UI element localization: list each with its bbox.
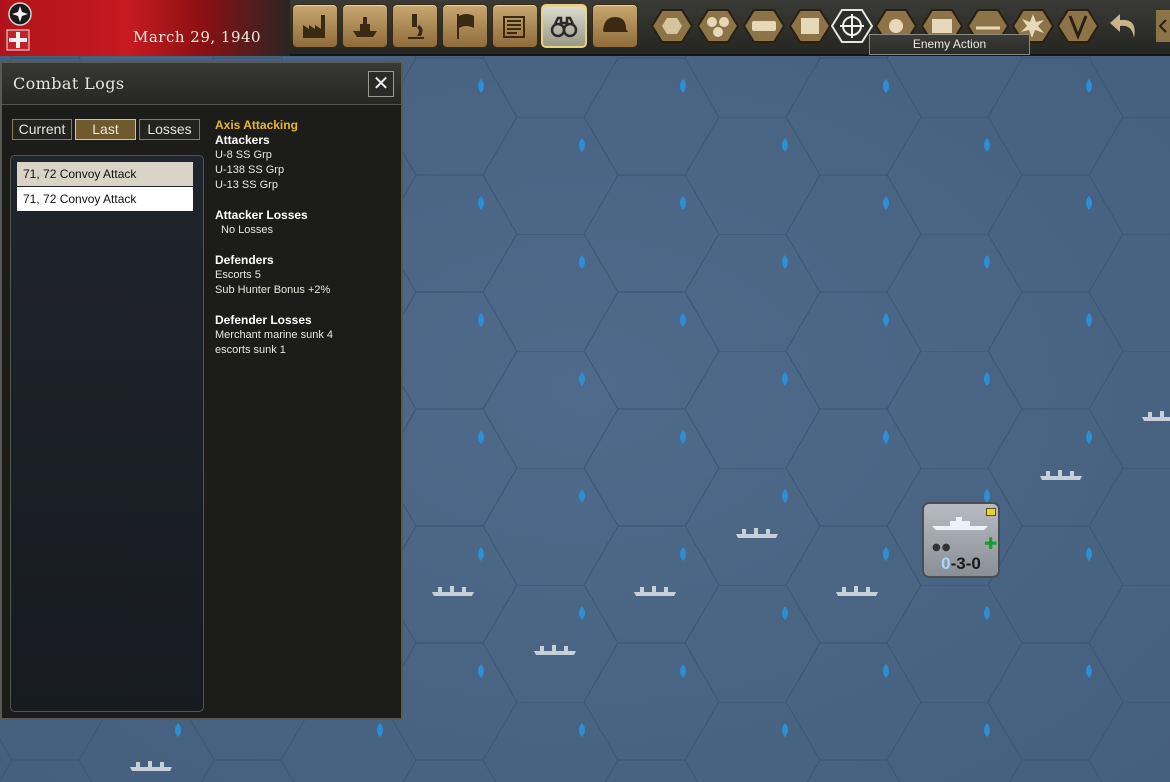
panel-title: Combat Logs [13, 74, 125, 93]
combat-filter-button[interactable] [831, 6, 873, 46]
list-item[interactable]: 71, 72 Convoy Attack [17, 187, 193, 211]
defender-loss: escorts sunk 1 [215, 344, 286, 356]
economy-filter-button[interactable] [789, 6, 831, 46]
factory-icon [303, 15, 325, 38]
attackers-heading: Attackers [215, 133, 270, 147]
defender-loss: Merchant marine sunk 4 [215, 329, 333, 341]
naval-unit-counter[interactable]: ●● ✚ 0-3-0 [922, 502, 1000, 578]
rail-icon [743, 9, 785, 43]
victory-button[interactable] [1057, 6, 1099, 46]
defenders-heading: Defenders [215, 253, 274, 267]
combat-logs-panel: Combat Logs ✕ Current Last Losses 71, 72… [0, 61, 403, 720]
rail-filter-button[interactable] [743, 6, 785, 46]
coins-icon [789, 9, 831, 43]
naval-button[interactable] [342, 4, 388, 48]
hex-icon [651, 9, 693, 43]
attacker-unit: U-13 SS Grp [215, 179, 278, 191]
research-button[interactable] [392, 4, 438, 48]
undo-icon [1110, 14, 1135, 38]
reinforce-icon: ✚ [984, 534, 998, 553]
unit-strength: 0-3-0 [941, 554, 981, 573]
attacker-losses-heading: Attacker Losses [215, 208, 308, 222]
panel-header: Combat Logs ✕ [2, 63, 401, 105]
hex-cluster-icon [697, 9, 739, 43]
newspaper-icon [503, 16, 525, 38]
microscope-icon [408, 14, 424, 39]
nation-banner: March 29, 1940 [0, 0, 290, 56]
defender-item: Escorts 5 [215, 269, 261, 281]
reports-button[interactable] [492, 4, 538, 48]
defender-losses-heading: Defender Losses [215, 313, 312, 327]
status-badge [986, 508, 996, 516]
hex-filter-button[interactable] [651, 6, 693, 46]
supply-filter-button[interactable] [697, 6, 739, 46]
tab-current[interactable]: Current [12, 119, 72, 140]
combat-log-list[interactable]: 71, 72 Convoy Attack 71, 72 Convoy Attac… [10, 155, 204, 712]
victory-icon [1057, 9, 1099, 43]
top-bar: March 29, 1940 Enemy Action [0, 0, 1170, 56]
iron-cross-icon[interactable] [6, 2, 34, 26]
combat-details: Axis Attacking Attackers U-8 SS Grp U-13… [215, 118, 395, 358]
attacking-side: Axis Attacking [215, 118, 298, 132]
allied-flag-icon[interactable] [6, 28, 30, 52]
collapse-toolbar-button[interactable] [1152, 6, 1170, 46]
production-button[interactable] [292, 4, 338, 48]
tab-last[interactable]: Last [75, 119, 136, 140]
binoculars-icon [550, 16, 578, 38]
flag-icon [457, 14, 474, 39]
diplomacy-button[interactable] [442, 4, 488, 48]
attacker-loss: No Losses [221, 224, 273, 236]
military-button[interactable] [592, 4, 638, 48]
defender-item: Sub Hunter Bonus +2% [215, 284, 331, 296]
unit-experience-dots: ●● [932, 542, 952, 553]
target-icon [831, 9, 873, 43]
helmet-icon [603, 17, 628, 32]
attacker-unit: U-8 SS Grp [215, 149, 272, 161]
undo-button[interactable] [1104, 6, 1146, 46]
ship-icon [353, 17, 377, 37]
game-date: March 29, 1940 [133, 28, 262, 46]
intelligence-button[interactable] [541, 4, 587, 48]
chevron-left-icon [1156, 10, 1170, 42]
attacker-unit: U-138 SS Grp [215, 164, 285, 176]
tab-losses[interactable]: Losses [139, 119, 200, 140]
close-button[interactable]: ✕ [368, 71, 394, 97]
list-item[interactable]: 71, 72 Convoy Attack [17, 162, 193, 186]
surface-ship-icon [932, 517, 988, 530]
tooltip: Enemy Action [869, 34, 1030, 55]
